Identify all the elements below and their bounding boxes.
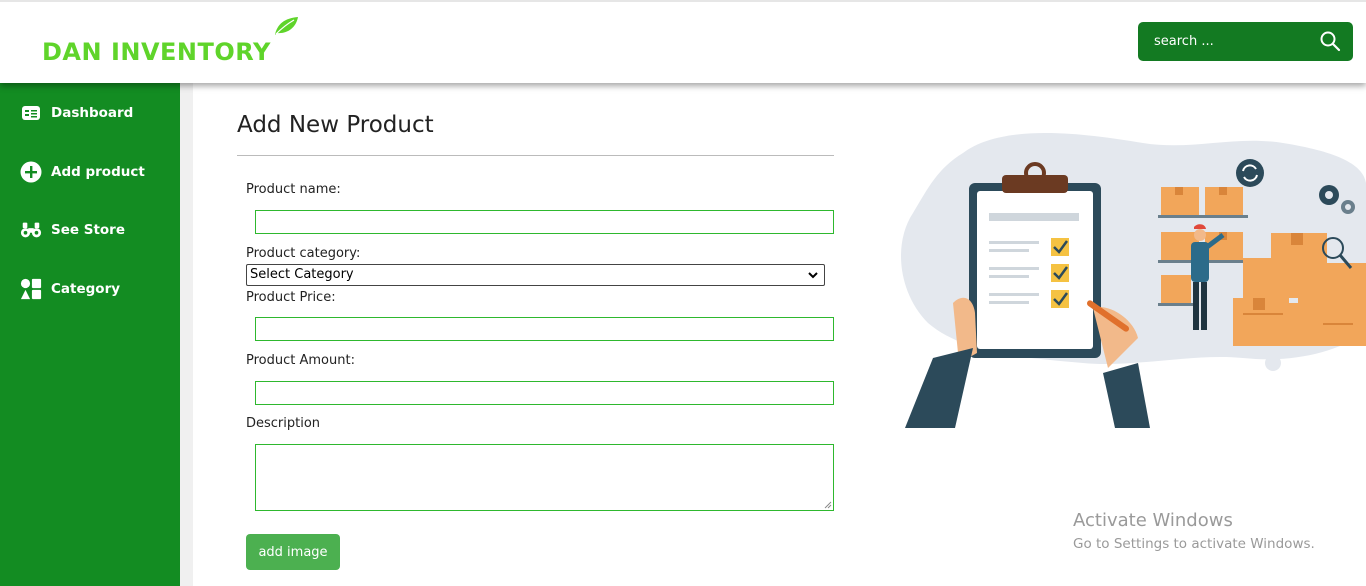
sidebar-item-dashboard[interactable]: Dashboard [20,100,133,126]
description-label: Description [246,416,321,431]
sidebar-item-category[interactable]: Category [20,276,120,302]
leaf-icon [275,17,298,35]
sidebar-item-label: Dashboard [51,105,134,121]
plus-circle-icon [20,161,42,183]
product-category-label: Product category: [246,246,361,261]
logo[interactable]: DAN INVENTORY [42,16,302,70]
sidebar-item-label: Add product [51,164,145,180]
product-price-input[interactable] [255,317,834,341]
dashboard-icon [20,102,42,124]
product-amount-input[interactable] [255,381,834,405]
description-textarea[interactable] [255,444,834,511]
title-divider [237,155,834,156]
sidebar-item-label: See Store [51,222,125,238]
sidebar-item-add-product[interactable]: Add product [20,159,145,185]
product-name-label: Product name: [246,182,341,197]
binoculars-icon [20,219,42,241]
logo-text: DAN INVENTORY [42,38,271,66]
search-input[interactable]: search ... [1154,34,1214,49]
search-icon[interactable] [1319,30,1341,52]
product-amount-label: Product Amount: [246,353,355,368]
product-price-label: Product Price: [246,290,336,305]
top-header: DAN INVENTORY search ... [0,0,1366,83]
page-title: Add New Product [237,112,434,138]
product-name-input[interactable] [255,210,834,234]
shapes-icon [20,278,42,300]
main-content: Add New Product Product name: Product ca… [193,83,1366,586]
resize-handle-icon[interactable] [824,501,832,509]
add-image-button[interactable]: add image [246,534,340,570]
sidebar-item-see-store[interactable]: See Store [20,217,125,243]
select-value: Select Category [250,267,354,282]
inventory-illustration [901,133,1366,428]
windows-activation-watermark: Activate Windows Go to Settings to activ… [1073,510,1315,552]
sidebar: Dashboard Add product See Store Category [0,83,180,586]
watermark-title: Activate Windows [1073,510,1233,531]
sidebar-item-label: Category [51,281,121,297]
product-category-select[interactable]: Select Category [246,264,825,286]
watermark-subtitle: Go to Settings to activate Windows. [1073,536,1315,552]
search-box[interactable]: search ... [1138,22,1353,61]
chevron-down-icon [808,272,818,279]
